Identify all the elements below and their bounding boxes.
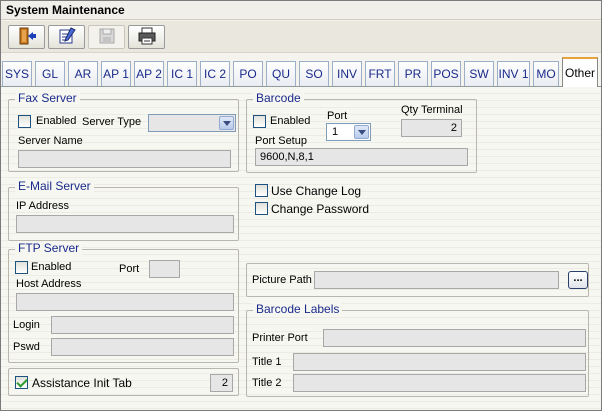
ftp-server-group: FTP Server Enabled Port Host Address Log… bbox=[8, 241, 239, 363]
fax-enabled-label: Enabled bbox=[36, 115, 77, 127]
tab-ap-2[interactable]: AP 2 bbox=[134, 61, 164, 86]
exit-button[interactable] bbox=[8, 25, 45, 49]
exit-icon bbox=[17, 27, 37, 48]
tab-ar[interactable]: AR bbox=[68, 61, 98, 86]
login-field[interactable] bbox=[51, 316, 234, 334]
chevron-down-icon bbox=[219, 116, 234, 130]
tab-other[interactable]: Other bbox=[562, 57, 598, 87]
port-setup-label: Port Setup bbox=[255, 135, 307, 147]
title1-label: Title 1 bbox=[252, 356, 282, 368]
title2-field[interactable] bbox=[293, 374, 586, 392]
barcode-labels-legend: Barcode Labels bbox=[253, 302, 343, 316]
window-title: System Maintenance bbox=[1, 1, 601, 20]
tab-pos[interactable]: POS bbox=[431, 61, 461, 86]
server-type-label: Server Type bbox=[82, 116, 142, 128]
pswd-label: Pswd bbox=[13, 341, 40, 353]
server-name-label: Server Name bbox=[18, 135, 83, 147]
tab-po[interactable]: PO bbox=[233, 61, 263, 86]
assistance-init-tab-field[interactable]: 2 bbox=[210, 374, 233, 392]
pswd-field[interactable] bbox=[51, 338, 234, 356]
barcode-labels-group: Barcode Labels Printer Port Title 1 Titl… bbox=[246, 302, 589, 397]
picture-path-group: Picture Path ... bbox=[246, 263, 589, 297]
system-maintenance-window: System Maintenance SYS GL AR AP 1 AP 2 I… bbox=[0, 0, 602, 411]
barcode-group: Barcode Port Qty Terminal Enabled 1 2 Po… bbox=[246, 91, 477, 173]
barcode-enabled-checkbox[interactable] bbox=[253, 115, 266, 128]
login-label: Login bbox=[13, 319, 40, 331]
edit-button[interactable] bbox=[48, 25, 85, 49]
tab-ap-1[interactable]: AP 1 bbox=[101, 61, 131, 86]
barcode-port-select[interactable]: 1 bbox=[326, 123, 371, 141]
tab-inv[interactable]: INV bbox=[332, 61, 362, 86]
printer-port-field[interactable] bbox=[323, 329, 586, 347]
tab-gl[interactable]: GL bbox=[35, 61, 65, 86]
chevron-down-icon bbox=[354, 125, 369, 139]
assistance-init-tab-label: Assistance Init Tab bbox=[32, 376, 132, 390]
save-button[interactable] bbox=[88, 25, 125, 49]
ftp-port-field[interactable] bbox=[149, 260, 180, 278]
host-address-field[interactable] bbox=[16, 293, 234, 311]
email-server-group: E-Mail Server IP Address bbox=[8, 179, 239, 241]
browse-button[interactable]: ... bbox=[568, 271, 588, 289]
printer-port-label: Printer Port bbox=[252, 332, 308, 344]
barcode-legend: Barcode bbox=[253, 91, 304, 105]
tab-inv-1[interactable]: INV 1 bbox=[497, 61, 530, 86]
port-setup-field[interactable]: 9600,N,8,1 bbox=[255, 148, 468, 166]
other-tab-panel: Fax Server Enabled Server Type Server Na… bbox=[1, 86, 601, 410]
barcode-port-label: Port bbox=[327, 110, 348, 122]
barcode-enabled-label: Enabled bbox=[270, 115, 311, 127]
server-type-select[interactable] bbox=[148, 114, 236, 132]
title2-label: Title 2 bbox=[252, 377, 282, 389]
tab-pr[interactable]: PR bbox=[398, 61, 428, 86]
picture-path-label: Picture Path bbox=[252, 274, 312, 286]
toolbar bbox=[1, 21, 601, 53]
ip-address-label: IP Address bbox=[16, 200, 69, 212]
tab-so[interactable]: SO bbox=[299, 61, 329, 86]
save-icon bbox=[98, 27, 116, 48]
tab-ic-2[interactable]: IC 2 bbox=[200, 61, 230, 86]
tab-strip: SYS GL AR AP 1 AP 2 IC 1 IC 2 PO QU SO INV FRT PR POS… bbox=[1, 57, 601, 87]
picture-path-field[interactable] bbox=[314, 271, 559, 289]
qty-terminal-label: Qty Terminal bbox=[401, 104, 463, 116]
qty-terminal-field[interactable]: 2 bbox=[401, 119, 462, 137]
tab-mo[interactable]: MO bbox=[533, 61, 559, 86]
change-password-checkbox[interactable] bbox=[255, 202, 268, 215]
ftp-server-legend: FTP Server bbox=[15, 241, 83, 255]
ip-address-field[interactable] bbox=[16, 215, 234, 233]
use-change-log-checkbox[interactable] bbox=[255, 184, 268, 197]
change-password-label: Change Password bbox=[271, 202, 370, 216]
tab-frt[interactable]: FRT bbox=[365, 61, 395, 86]
tab-sw[interactable]: SW bbox=[464, 61, 494, 86]
ftp-enabled-checkbox[interactable] bbox=[15, 261, 28, 274]
use-change-log-label: Use Change Log bbox=[271, 184, 362, 198]
fax-server-legend: Fax Server bbox=[15, 91, 80, 105]
edit-icon bbox=[57, 26, 77, 48]
print-button[interactable] bbox=[128, 25, 165, 49]
server-name-field[interactable] bbox=[18, 150, 231, 168]
printer-icon bbox=[137, 27, 157, 48]
fax-server-group: Fax Server Enabled Server Type Server Na… bbox=[8, 91, 239, 172]
assistance-group: Assistance Init Tab 2 bbox=[8, 368, 239, 396]
email-server-legend: E-Mail Server bbox=[15, 179, 94, 193]
title1-field[interactable] bbox=[293, 353, 586, 371]
ftp-port-label: Port bbox=[119, 263, 140, 275]
ftp-enabled-label: Enabled bbox=[31, 261, 72, 273]
assistance-init-tab-checkbox[interactable] bbox=[15, 376, 28, 389]
tab-sys[interactable]: SYS bbox=[2, 61, 32, 86]
tab-ic-1[interactable]: IC 1 bbox=[167, 61, 197, 86]
host-address-label: Host Address bbox=[16, 278, 82, 290]
fax-enabled-checkbox[interactable] bbox=[18, 115, 31, 128]
tab-qu[interactable]: QU bbox=[266, 61, 296, 86]
